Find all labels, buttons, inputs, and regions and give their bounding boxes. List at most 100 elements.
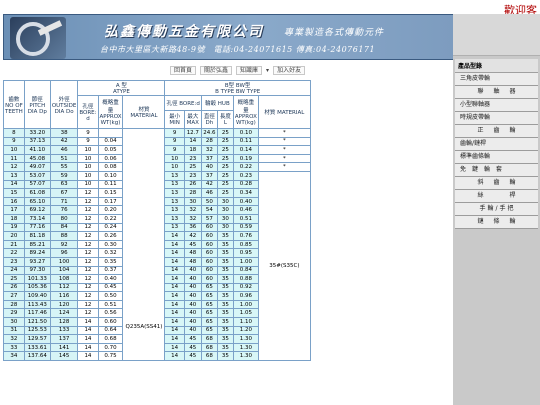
cell-hub-dh: 37: [200, 153, 218, 164]
cell-outside-dia: 46: [49, 145, 79, 155]
cell-weight-b: 0.19: [232, 153, 259, 164]
cell-pitch-dia: 137.64: [23, 351, 51, 362]
cell-teeth: 22: [3, 248, 25, 258]
cell-bore-a: 14: [77, 342, 99, 353]
cell-hub-dh: 60: [200, 239, 218, 250]
cell-hub-l: 30: [216, 222, 234, 233]
cell-bore-min: 14: [164, 256, 185, 267]
cell-bore-min: 14: [164, 351, 185, 362]
company-address: 台中市大里區大新路48-9號 電話:04-24071615 傳真:04-2407…: [100, 45, 376, 54]
cell-hub-l: 35: [216, 325, 234, 336]
table-row: 8 33.20 38 9 Q235A(SS41) 9 12.7 24.6 25 0.10 *: [3, 127, 311, 362]
nav-knowledge-link[interactable]: 知識庫: [236, 65, 263, 75]
col-header-outside-dia: 外徑 OUTSIDE DIA Do: [49, 80, 79, 129]
cell-bore-min: 14: [164, 299, 185, 310]
cell-bore-min: 14: [164, 239, 185, 250]
cell-pitch-dia: 45.08: [23, 153, 51, 164]
cell-pitch-dia: 117.46: [23, 308, 51, 319]
cell-hub-l: 35: [216, 299, 234, 310]
cell-hub-dh: 65: [200, 291, 218, 301]
cell-weight-b: 0.46: [232, 205, 259, 215]
b-type-en: B TYPE BW TYPE: [215, 89, 261, 95]
cell-outside-dia: 145: [49, 351, 79, 362]
cell-teeth: 21: [3, 239, 25, 250]
col-header-weight-b: 概略重量 APPROX WT(kg): [232, 95, 259, 129]
sidebar: 產品型錄 三角皮帶輪 聯 軸 器 小型聯軸器 時規皮帶輪 正 齒 輪 齒輪/鏈桿…: [453, 14, 540, 405]
cell-hub-l: 35: [216, 239, 234, 250]
cell-bore-a: 10: [77, 153, 99, 164]
cell-teeth: 9: [3, 136, 25, 147]
cell-bore-max: 40: [183, 325, 202, 336]
cell-outside-dia: 116: [49, 291, 79, 301]
sidebar-item-handwheel[interactable]: 手輪/手把: [455, 203, 538, 216]
company-logo[interactable]: [10, 17, 66, 59]
cell-material-b-mark: *: [257, 162, 311, 172]
cell-weight-b: 1.00: [232, 256, 259, 267]
cell-weight-a: 0.51: [97, 299, 124, 310]
sidebar-item-spur-gear[interactable]: 正 齒 輪: [455, 125, 538, 138]
sidebar-item-timing-pulley[interactable]: 時規皮帶輪: [455, 112, 538, 125]
dropdown-arrow-icon[interactable]: ▾: [266, 67, 269, 74]
cell-pitch-dia: 57.07: [23, 179, 51, 190]
nav-about-link[interactable]: 關於弘鑫: [200, 65, 233, 75]
cell-hub-dh: 65: [200, 308, 218, 319]
cell-teeth: 34: [3, 351, 25, 362]
cell-hub-l: 30: [216, 213, 234, 224]
cell-hub-dh: 60: [200, 256, 218, 267]
sprocket-spec-table: 齒數 NO OF TEETH 節徑 PITCH DIA Dp 外徑 OUTSID…: [3, 80, 311, 362]
cell-bore-a: 12: [77, 248, 99, 258]
sidebar-item-coupling[interactable]: 聯 軸 器: [455, 86, 538, 99]
cell-hub-l: 35: [216, 342, 234, 353]
cell-bore-a: 12: [77, 205, 99, 215]
cell-bore-min: 13: [164, 222, 185, 233]
cell-outside-dia: 137: [49, 334, 79, 344]
cell-bore-max: 28: [183, 188, 202, 198]
cell-hub-dh: 68: [200, 342, 218, 353]
col-header-max: 最大 MAX: [183, 109, 202, 130]
cell-weight-b: 0.28: [232, 179, 259, 190]
cell-weight-b: 0.34: [232, 188, 259, 198]
sidebar-item-keyless-bushing[interactable]: 免 鍵 輪 套: [455, 164, 538, 177]
cell-bore-min: 9: [164, 145, 185, 155]
cell-teeth: 17: [3, 205, 25, 215]
sidebar-item-small-coupling[interactable]: 小型聯軸器: [455, 99, 538, 112]
cell-hub-dh: 42: [200, 179, 218, 190]
cell-outside-dia: 63: [49, 179, 79, 190]
cell-hub-dh: 60: [200, 231, 218, 241]
cell-bore-a: 12: [77, 222, 99, 233]
cell-pitch-dia: 93.27: [23, 256, 51, 267]
cell-teeth: 16: [3, 196, 25, 207]
cell-bore-a: 12: [77, 282, 99, 293]
cell-hub-dh: 65: [200, 282, 218, 293]
cell-hub-dh: 65: [200, 317, 218, 327]
cell-hub-dh: 68: [200, 334, 218, 344]
sidebar-item-bevel-gear[interactable]: 斜 齒 輪: [455, 177, 538, 190]
cell-bore-min: 10: [164, 162, 185, 172]
cell-bore-min: 13: [164, 213, 185, 224]
cell-teeth: 32: [3, 334, 25, 344]
sidebar-item-standard-sprocket[interactable]: 標準齒條輪: [455, 151, 538, 164]
cell-bore-a: 12: [77, 231, 99, 241]
cell-outside-dia: 141: [49, 342, 79, 353]
cell-teeth: 11: [3, 153, 25, 164]
cell-hub-l: 35: [216, 248, 234, 258]
cell-bore-max: 45: [183, 239, 202, 250]
cell-outside-dia: 108: [49, 274, 79, 284]
cell-bore-max: 40: [183, 282, 202, 293]
sidebar-item-v-belt-pulley[interactable]: 三角皮帶輪: [455, 73, 538, 86]
cell-weight-a: 0.45: [97, 282, 124, 293]
sidebar-item-screw[interactable]: 絲 桿: [455, 190, 538, 203]
cell-pitch-dia: 77.16: [23, 222, 51, 233]
sidebar-item-gear-rack[interactable]: 齒輪/鏈桿: [455, 138, 538, 151]
sidebar-item-chain-sprocket[interactable]: 鏈 條 輪: [455, 216, 538, 229]
cell-weight-a: 0.15: [97, 188, 124, 198]
cell-pitch-dia: 105.36: [23, 282, 51, 293]
cell-weight-b: 0.22: [232, 162, 259, 172]
nav-add-friend-link[interactable]: 加入好友: [273, 65, 306, 75]
col-header-pitch-dia: 節徑 PITCH DIA Dp: [23, 80, 51, 129]
cell-outside-dia: 38: [49, 128, 79, 138]
sidebar-top-strip: [453, 14, 540, 56]
cell-hub-dh: 50: [200, 196, 218, 207]
col-header-l: 長度 L: [216, 109, 234, 130]
nav-home-link[interactable]: 回首頁: [170, 65, 197, 75]
